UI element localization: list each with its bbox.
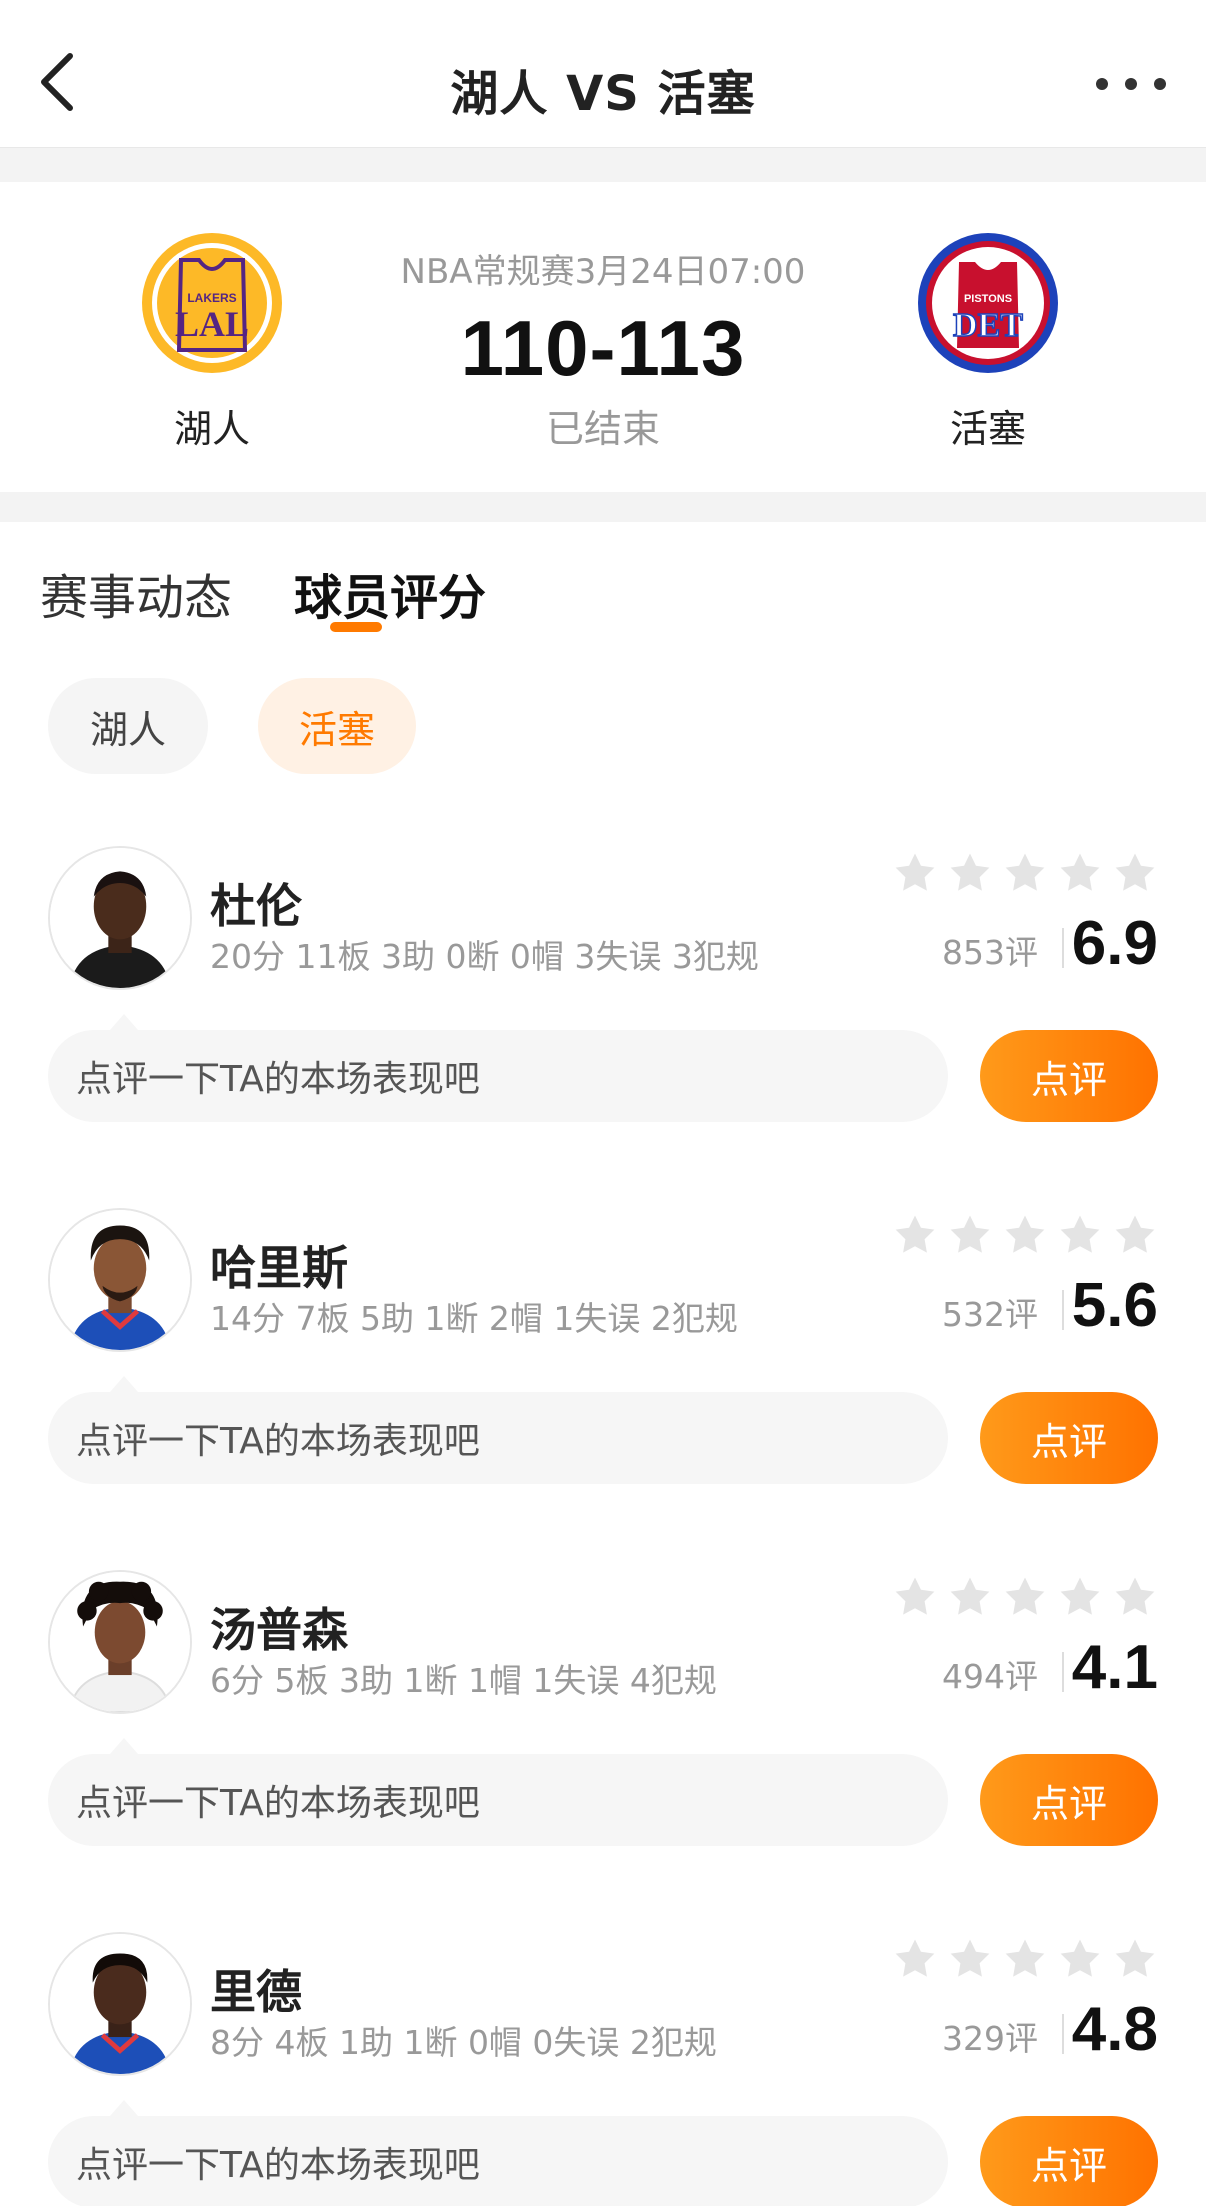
player-rating: 5.6 bbox=[1071, 1271, 1158, 1340]
star-icon[interactable] bbox=[1057, 1212, 1103, 1258]
comment-input[interactable]: 点评一下TA的本场表现吧 bbox=[48, 1392, 948, 1484]
tab-player-ratings[interactable]: 球员评分 bbox=[294, 558, 486, 628]
player-stats: 8分 4板 1助 1断 0帽 0失误 2犯规 bbox=[210, 2023, 717, 2062]
player-avatar[interactable] bbox=[48, 1570, 192, 1714]
comment-bubble-tip bbox=[110, 1376, 138, 1392]
vote-count: 532评 bbox=[942, 1295, 1038, 1334]
pistons-logo-icon: PISTONS DET bbox=[917, 232, 1059, 374]
star-icon[interactable] bbox=[1112, 1936, 1158, 1982]
rating-stars[interactable] bbox=[892, 1212, 1158, 1260]
player-rating-card: 哈里斯 14分 7板 5助 1断 2帽 1失误 2犯规 532评 5.6 点评一… bbox=[0, 1208, 1206, 1508]
player-avatar[interactable] bbox=[48, 1932, 192, 2076]
star-icon[interactable] bbox=[1002, 1574, 1048, 1620]
player-name: 汤普森 bbox=[210, 1603, 348, 1657]
star-icon[interactable] bbox=[1002, 1212, 1048, 1258]
away-team-name: 活塞 bbox=[949, 407, 1026, 451]
ratings-panel: 赛事动态 球员评分 湖人 活塞 杜伦 20分 11板 3助 0断 0帽 3失误 … bbox=[0, 522, 1206, 2206]
divider bbox=[1062, 2014, 1064, 2054]
player-name: 哈里斯 bbox=[210, 1241, 348, 1295]
comment-bubble-tip bbox=[110, 1014, 138, 1030]
comment-input[interactable]: 点评一下TA的本场表现吧 bbox=[48, 1030, 948, 1122]
rating-stars[interactable] bbox=[892, 1574, 1158, 1622]
player-rating: 6.9 bbox=[1071, 909, 1158, 978]
player-stats: 14分 7板 5助 1断 2帽 1失误 2犯规 bbox=[210, 1299, 738, 1338]
vote-count: 494评 bbox=[942, 1657, 1038, 1696]
comment-input[interactable]: 点评一下TA的本场表现吧 bbox=[48, 2116, 948, 2206]
player-avatar[interactable] bbox=[48, 846, 192, 990]
player-avatar[interactable] bbox=[48, 1208, 192, 1352]
vote-count: 853评 bbox=[942, 933, 1038, 972]
star-icon[interactable] bbox=[1112, 850, 1158, 896]
rating-stars[interactable] bbox=[892, 1936, 1158, 1984]
nav-bar: 湖人 VS 活塞 bbox=[0, 0, 1206, 148]
match-scorecard: LAKERS LAL 湖人 NBA常规赛3月24日07:00 110-113 已… bbox=[0, 182, 1206, 492]
comment-bubble-tip bbox=[110, 2100, 138, 2116]
rating-stars[interactable] bbox=[892, 850, 1158, 898]
star-icon[interactable] bbox=[1002, 1936, 1048, 1982]
star-icon[interactable] bbox=[892, 1574, 938, 1620]
player-name: 里德 bbox=[210, 1965, 302, 2019]
star-icon[interactable] bbox=[1057, 850, 1103, 896]
player-rating-card: 里德 8分 4板 1助 1断 0帽 0失误 2犯规 329评 4.8 点评一下T… bbox=[0, 1932, 1206, 2206]
vote-count: 329评 bbox=[942, 2019, 1038, 2058]
comment-button[interactable]: 点评 bbox=[980, 1754, 1158, 1846]
star-icon[interactable] bbox=[1057, 1936, 1103, 1982]
divider bbox=[1062, 1290, 1064, 1330]
more-options-icon[interactable] bbox=[1096, 64, 1166, 104]
divider bbox=[1062, 1652, 1064, 1692]
player-rating-card: 杜伦 20分 11板 3助 0断 0帽 3失误 3犯规 853评 6.9 点评一… bbox=[0, 846, 1206, 1146]
star-icon[interactable] bbox=[947, 1936, 993, 1982]
tab-match-events[interactable]: 赛事动态 bbox=[40, 558, 232, 628]
pistons-logo-text-main: DET bbox=[953, 307, 1023, 344]
divider bbox=[1062, 928, 1064, 968]
player-rating-card: 汤普森 6分 5板 3助 1断 1帽 1失误 4犯规 494评 4.1 点评一下… bbox=[0, 1570, 1206, 1870]
star-icon[interactable] bbox=[892, 1212, 938, 1258]
star-icon[interactable] bbox=[892, 1936, 938, 1982]
comment-bubble-tip bbox=[110, 1738, 138, 1754]
comment-input[interactable]: 点评一下TA的本场表现吧 bbox=[48, 1754, 948, 1846]
star-icon[interactable] bbox=[1002, 850, 1048, 896]
star-icon[interactable] bbox=[892, 850, 938, 896]
active-tab-indicator bbox=[330, 622, 382, 632]
star-icon[interactable] bbox=[1112, 1574, 1158, 1620]
star-icon[interactable] bbox=[1112, 1212, 1158, 1258]
player-name: 杜伦 bbox=[210, 879, 302, 933]
star-icon[interactable] bbox=[1057, 1574, 1103, 1620]
filter-lakers-button[interactable]: 湖人 bbox=[48, 678, 208, 774]
pistons-logo-text-top: PISTONS bbox=[964, 293, 1012, 305]
comment-button[interactable]: 点评 bbox=[980, 1392, 1158, 1484]
player-rating: 4.1 bbox=[1071, 1633, 1158, 1702]
player-stats: 20分 11板 3助 0断 0帽 3失误 3犯规 bbox=[210, 937, 759, 976]
filter-pistons-button[interactable]: 活塞 bbox=[258, 678, 416, 774]
away-team[interactable]: PISTONS DET 活塞 bbox=[868, 232, 1108, 453]
page-title: 湖人 VS 活塞 bbox=[450, 66, 756, 122]
star-icon[interactable] bbox=[947, 850, 993, 896]
comment-button[interactable]: 点评 bbox=[980, 1030, 1158, 1122]
star-icon[interactable] bbox=[947, 1212, 993, 1258]
comment-button[interactable]: 点评 bbox=[980, 2116, 1158, 2206]
player-stats: 6分 5板 3助 1断 1帽 1失误 4犯规 bbox=[210, 1661, 717, 1700]
player-rating: 4.8 bbox=[1071, 1995, 1158, 2064]
star-icon[interactable] bbox=[947, 1574, 993, 1620]
